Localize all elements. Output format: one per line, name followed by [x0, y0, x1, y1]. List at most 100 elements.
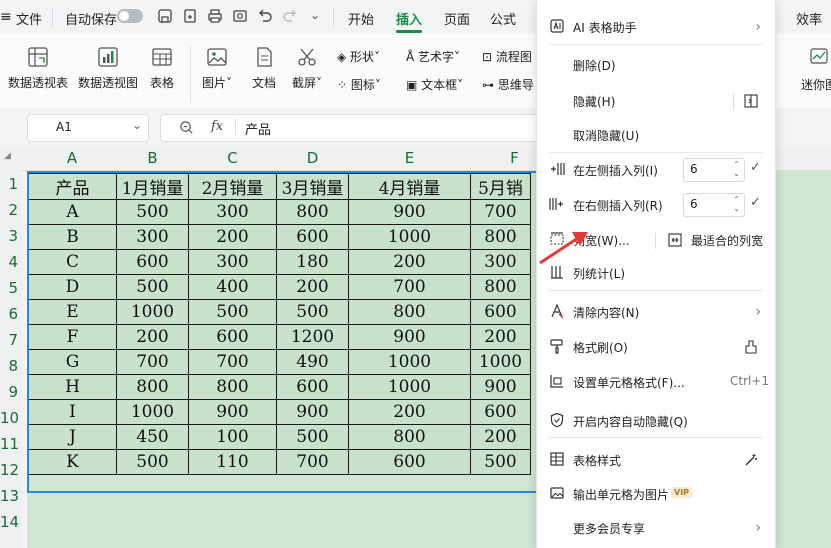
select-all-corner[interactable]: ◢: [4, 151, 11, 161]
hamburger-icon[interactable]: ≡: [0, 9, 12, 25]
column-header[interactable]: E: [349, 146, 470, 170]
tab-page[interactable]: 页面: [444, 9, 470, 28]
shape-button[interactable]: ◈ 形状˅: [337, 48, 380, 65]
undo-icon[interactable]: [257, 8, 273, 24]
chevron-down-icon: ˅: [316, 76, 323, 90]
format-painter-icon: [550, 339, 563, 354]
check-icon[interactable]: ✓: [750, 160, 761, 175]
document-label: 文档: [252, 76, 277, 90]
column-header[interactable]: B: [117, 146, 188, 170]
ai-icon: [550, 19, 564, 33]
print-preview-icon[interactable]: [232, 8, 248, 24]
pivot-table-button[interactable]: 数据透视表: [8, 46, 68, 91]
row-header[interactable]: 9: [0, 383, 18, 401]
best-fit-column-width[interactable]: 最适合的列宽: [691, 232, 763, 249]
column-header[interactable]: C: [189, 146, 276, 170]
table-button[interactable]: 表格: [150, 46, 174, 91]
fx-icon[interactable]: fx: [211, 119, 223, 134]
menu-item-table-style[interactable]: 表格样式: [537, 445, 775, 475]
tab-home[interactable]: 开始: [348, 9, 374, 28]
format-cells-icon: [550, 375, 563, 388]
mindmap-button[interactable]: ⊶ 思维导: [482, 76, 534, 93]
pivot-chart-label: 数据透视图: [78, 76, 139, 90]
menu-item-ai-assistant[interactable]: AI 表格助手 ›: [537, 12, 775, 42]
check-icon[interactable]: ✓: [750, 195, 761, 210]
text-box-button[interactable]: ▣ 文本框˅: [406, 76, 463, 93]
row-header[interactable]: 13: [0, 487, 19, 505]
row-header[interactable]: 2: [0, 201, 18, 219]
table-style-icon: [550, 452, 564, 466]
text-box-label: 文本框: [421, 78, 458, 92]
chevron-down-icon[interactable]: ⌄: [310, 8, 320, 22]
menu-divider: [549, 290, 763, 291]
file-menu[interactable]: 文件: [16, 9, 42, 28]
shape-icon: ◈: [337, 50, 351, 64]
insert-left-count-stepper[interactable]: 6 ⌃ ⌄: [683, 158, 745, 182]
art-text-label: 艺术字: [418, 50, 455, 64]
row-header[interactable]: 1: [0, 175, 18, 193]
pivot-chart-button[interactable]: 数据透视图: [78, 46, 138, 91]
menu-item-format-cells[interactable]: 设置单元格格式(F)... Ctrl+1: [537, 367, 775, 397]
name-box[interactable]: A1 ⌄: [27, 114, 149, 142]
row-header[interactable]: 5: [0, 279, 18, 297]
print-icon[interactable]: [207, 8, 223, 24]
art-text-button[interactable]: Å 艺术字˅: [406, 48, 460, 65]
menu-item-hide[interactable]: 隐藏(H): [537, 86, 775, 116]
divider: [52, 8, 53, 26]
tab-efficiency[interactable]: 效率: [796, 9, 822, 28]
menu-item-insert-left[interactable]: 在左侧插入列(I) 6 ⌃ ⌄ ✓: [537, 155, 775, 185]
row-header[interactable]: 14: [0, 513, 19, 531]
document-icon: [257, 47, 272, 67]
column-header[interactable]: A: [28, 146, 116, 170]
stepper-arrows-icon[interactable]: ⌃ ⌄: [733, 160, 740, 178]
chevron-down-icon: ˅: [374, 50, 381, 64]
icon-button[interactable]: ⁘ 图标˅: [337, 76, 381, 93]
row-header[interactable]: 3: [0, 227, 18, 245]
row-header[interactable]: 4: [0, 253, 18, 271]
menu-item-clear-content[interactable]: 清除内容(N) ›: [537, 297, 775, 327]
chevron-right-icon: ›: [755, 520, 761, 536]
tab-insert[interactable]: 插入: [396, 9, 422, 28]
insert-column-right-icon: [549, 198, 563, 210]
tab-formula[interactable]: 公式: [490, 9, 516, 28]
right-ribbon-strip: 效率 迷你图: [775, 0, 831, 548]
magic-wand-icon[interactable]: [743, 452, 759, 468]
screenshot-button[interactable]: 截屏˅: [292, 46, 322, 91]
chevron-down-icon: ˅: [454, 50, 461, 64]
menu-item-delete[interactable]: 删除(D): [537, 50, 775, 80]
chevron-down-icon[interactable]: ⌄: [132, 118, 142, 132]
menu-item-export-image[interactable]: 输出单元格为图片 VIP: [537, 479, 775, 509]
selection-frame: [27, 171, 541, 493]
flowchart-button[interactable]: ⊡ 流程图: [482, 48, 532, 65]
menu-item-more-member[interactable]: 更多会员专享 ›: [537, 513, 775, 543]
row-header[interactable]: 7: [0, 331, 18, 349]
document-button[interactable]: 文档: [252, 46, 276, 91]
stepper-arrows-icon[interactable]: ⌃ ⌄: [733, 195, 740, 213]
row-header[interactable]: 12: [0, 461, 19, 479]
column-header[interactable]: D: [277, 146, 348, 170]
annotation-arrow-icon: [539, 232, 588, 265]
row-header[interactable]: 6: [0, 305, 18, 323]
row-header[interactable]: 10: [0, 409, 19, 427]
redo-icon[interactable]: [282, 8, 298, 24]
menu-item-label: 隐藏(H): [573, 95, 616, 109]
picture-button[interactable]: 图片˅: [202, 46, 232, 91]
mini-chart-label[interactable]: 迷你图: [801, 76, 831, 93]
format-painter-icon[interactable]: [743, 339, 759, 355]
chevron-right-icon: ›: [755, 19, 761, 35]
menu-item-insert-right[interactable]: 在右侧插入列(R) 6 ⌃ ⌄ ✓: [537, 190, 775, 220]
hide-column-icon[interactable]: [743, 93, 759, 109]
vip-badge: VIP: [671, 487, 693, 498]
autosave-toggle[interactable]: [117, 9, 143, 23]
menu-item-format-painter[interactable]: 格式刷(O): [537, 332, 775, 362]
zoom-icon[interactable]: [179, 120, 194, 135]
insert-right-count-stepper[interactable]: 6 ⌃ ⌄: [683, 193, 745, 217]
sparkline-icon[interactable]: [809, 46, 829, 66]
row-header[interactable]: 11: [0, 435, 19, 453]
menu-item-unhide[interactable]: 取消隐藏(U): [537, 120, 775, 150]
export-icon[interactable]: [182, 8, 198, 24]
menu-item-auto-hide[interactable]: 开启内容自动隐藏(Q): [537, 406, 775, 436]
row-header[interactable]: 8: [0, 357, 18, 375]
shape-label: 形状: [350, 50, 375, 64]
save-icon[interactable]: [157, 8, 173, 24]
